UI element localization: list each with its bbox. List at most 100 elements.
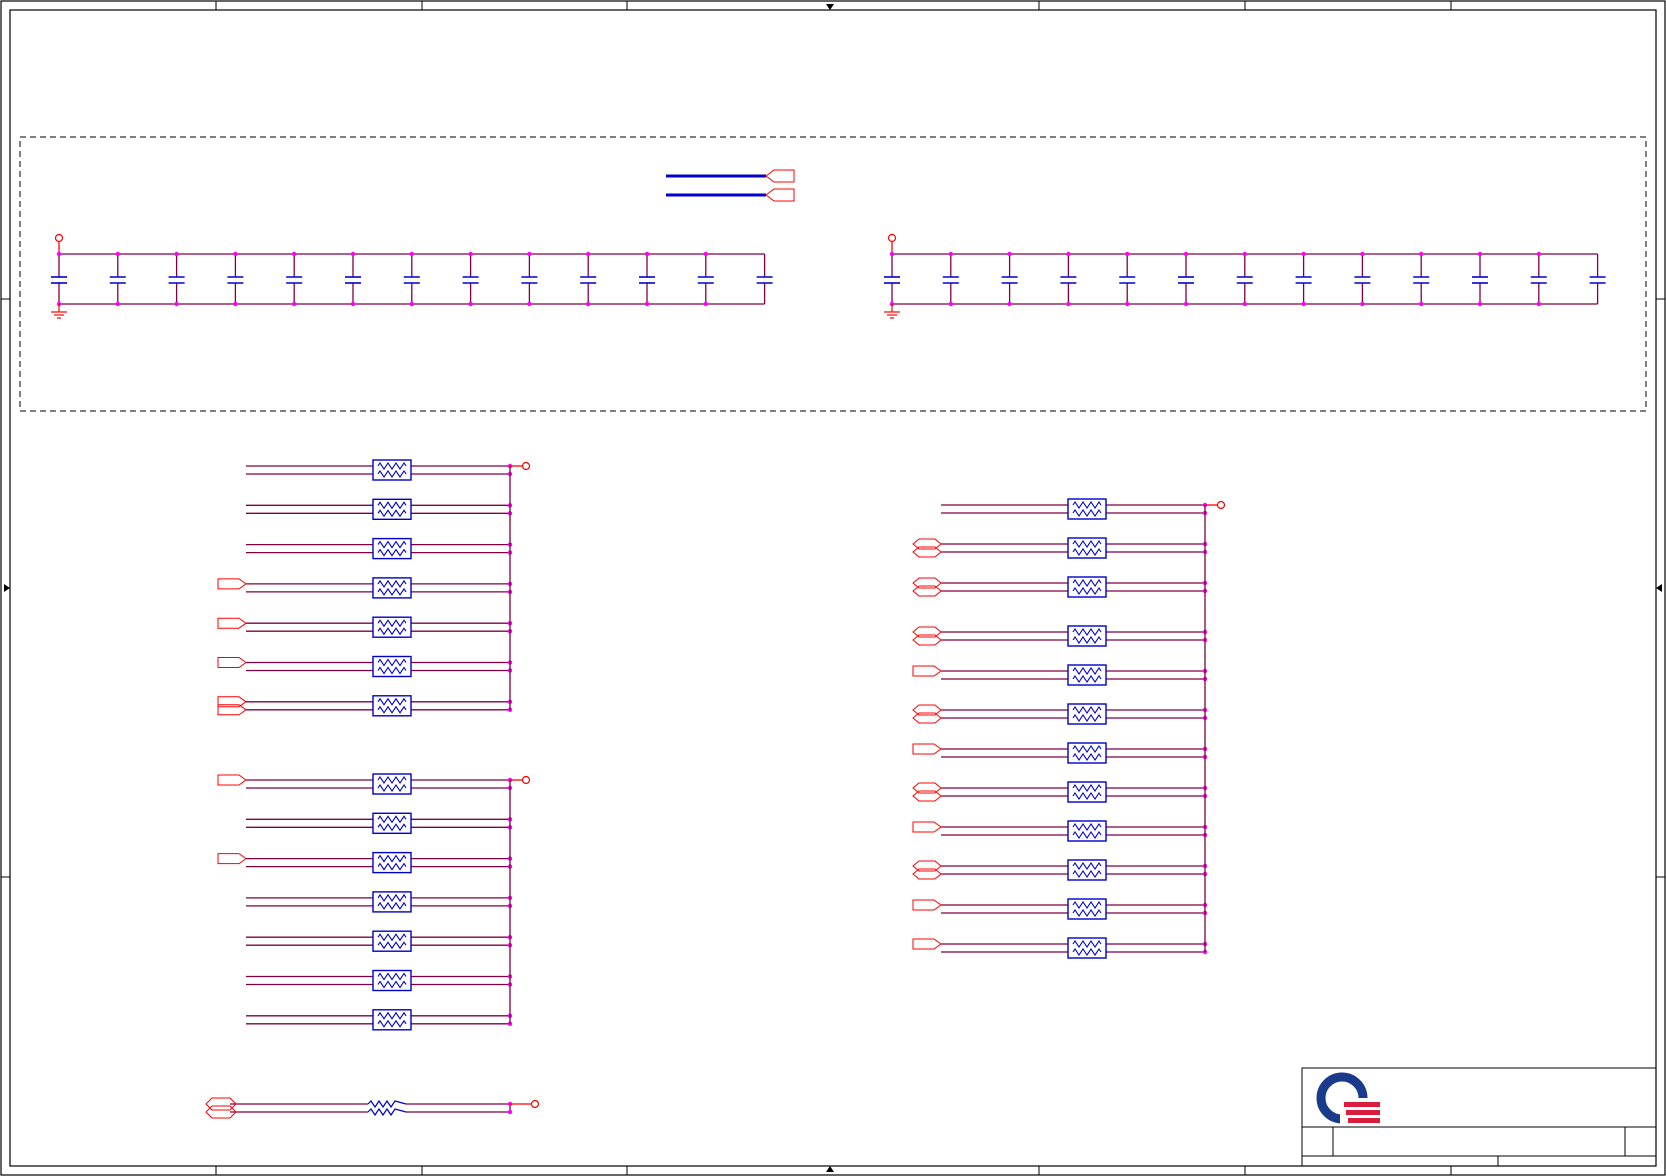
resistor-group-right [912, 498, 1226, 959]
capacitor-icon [521, 276, 538, 284]
junction-dot [1183, 251, 1189, 257]
port-connector-icon [912, 821, 942, 833]
capacitor-icon [462, 276, 479, 284]
junction-dot [948, 251, 953, 257]
capacitor-icon [1001, 276, 1018, 284]
power-port-icon [887, 233, 897, 243]
resistor-array-icon [1067, 859, 1107, 881]
junction-dot [1477, 301, 1483, 307]
junction-dot [174, 301, 179, 307]
junction-dot [889, 251, 895, 257]
junction-dot [468, 301, 473, 307]
frame-zone-ticks [1, 1, 1665, 1175]
ground-icon [884, 304, 900, 319]
capacitor-icon [403, 276, 420, 284]
resistor-array-icon [1067, 537, 1107, 559]
junction-dot [1007, 301, 1012, 307]
resistor-array-icon [1067, 937, 1107, 959]
junction-dot [1242, 301, 1248, 307]
single-resistor [205, 1097, 540, 1119]
resistor-array-icon [1067, 576, 1107, 598]
junction-dot [409, 301, 414, 307]
junction-dot [1183, 301, 1189, 307]
capacitor-icon [884, 276, 900, 284]
resistor-array-icon [372, 537, 412, 560]
junction-dot [586, 301, 591, 307]
port-connector-icon [765, 169, 795, 183]
resistor-group-top-left [217, 459, 531, 717]
capacitor-icon [1060, 276, 1077, 284]
junction-dot [1066, 301, 1071, 307]
power-port-icon [54, 233, 64, 243]
resistor-array-icon [1067, 664, 1107, 686]
junction-dot [644, 301, 650, 307]
resistor-array-icon [372, 930, 412, 952]
resistor-groups [205, 459, 1226, 1119]
junction-dot [527, 301, 532, 307]
resistor-array-icon [372, 1009, 412, 1031]
resistor-array-icon [1067, 625, 1107, 647]
junction-dot [174, 251, 179, 257]
capacitor-icon [51, 276, 67, 284]
junction-dot [1477, 251, 1483, 257]
resistor-array-icon [1067, 742, 1107, 764]
resistor-array-icon [372, 459, 412, 481]
resistor-array-icon [1067, 781, 1107, 803]
capacitor-icon [1589, 276, 1606, 284]
capacitor-icon [1413, 276, 1430, 284]
capacitor-icon [1119, 276, 1136, 284]
power-port-icon [521, 775, 531, 785]
resistor-array-icon [1067, 703, 1107, 725]
resistor-array-icon [372, 773, 412, 795]
port-connector-icon [912, 665, 942, 677]
junction-dot [703, 301, 708, 307]
resistor-array-icon [1067, 898, 1107, 920]
resistor-array-icon [1067, 820, 1107, 842]
capacitor-rows [51, 233, 1606, 319]
resistor-array-icon [372, 695, 412, 717]
junction-dot [292, 301, 297, 307]
junction-dot [233, 301, 238, 307]
port-connector-icon [765, 188, 795, 202]
junction-dot [1419, 251, 1424, 257]
junction-dot [350, 301, 356, 307]
junction-dot [1242, 251, 1248, 257]
resistor-array-icon [372, 969, 412, 992]
capacitor-icon [286, 276, 303, 284]
decoupling-region [19, 136, 1647, 412]
capacitor-icon [168, 276, 185, 284]
capacitor-icon [1178, 276, 1194, 284]
capacitor-icon [1354, 276, 1371, 284]
junction-dot [703, 251, 708, 257]
port-connector-icon [217, 617, 247, 629]
junction-dot [1125, 251, 1130, 257]
capacitor-icon [109, 276, 126, 284]
junction-dot [1360, 301, 1365, 307]
capacitor-icon [227, 276, 244, 284]
schematic-sheet [0, 0, 1666, 1176]
capacitor-icon [697, 276, 714, 284]
junction-dot [409, 251, 414, 257]
capacitor-icon [1472, 276, 1488, 284]
capacitor-icon [580, 276, 597, 284]
resistor-array-icon [372, 577, 412, 599]
junction-dot [468, 251, 473, 257]
capacitor-icon [1295, 276, 1312, 284]
port-connector-icon [217, 853, 247, 865]
junction-dot [350, 251, 356, 257]
junction-dot [1066, 251, 1071, 257]
resistor-array-icon [372, 655, 412, 678]
junction-dot [233, 251, 238, 257]
resistor-array-icon [372, 851, 412, 874]
junction-dot [292, 251, 297, 257]
capacitor-icon [1530, 276, 1547, 284]
bus-lines [666, 169, 795, 202]
junction-dot [1007, 251, 1012, 257]
resistor-array-icon [372, 498, 412, 520]
junction-dot [1536, 251, 1542, 257]
capacitor-icon [1236, 276, 1253, 284]
company-logo-icon [1316, 1072, 1380, 1124]
port-connector-icon [912, 899, 942, 911]
junction-dot [644, 251, 650, 257]
junction-dot [56, 251, 62, 257]
